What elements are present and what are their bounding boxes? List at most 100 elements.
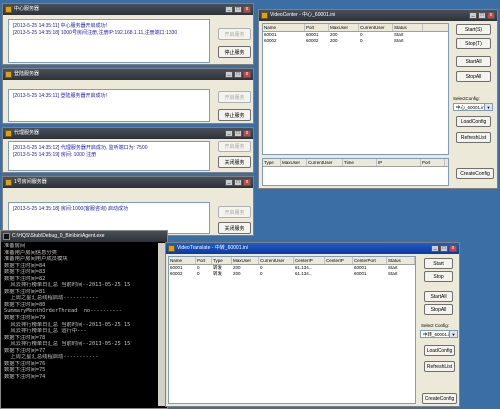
column-header[interactable]: CurrentUser bbox=[259, 257, 294, 264]
table-row[interactable]: 60002 60002 200 0 Start bbox=[263, 38, 448, 44]
maximize-icon[interactable]: □ bbox=[478, 12, 486, 19]
column-header[interactable]: Type bbox=[263, 159, 281, 166]
start-button[interactable]: Start(S) bbox=[456, 24, 491, 35]
cell: 0 bbox=[197, 271, 200, 276]
minimize-icon[interactable]: _ bbox=[225, 130, 233, 137]
refresh-list-button[interactable]: RefreshList bbox=[456, 132, 491, 143]
stop-service-button[interactable]: 关闭服务 bbox=[218, 156, 251, 168]
minimize-icon[interactable]: _ bbox=[225, 71, 233, 78]
maximize-icon[interactable]: □ bbox=[440, 245, 448, 252]
chevron-down-icon[interactable]: ▼ bbox=[484, 104, 492, 110]
login-server-titlebar[interactable]: 登陆服务器 _ □ x bbox=[3, 69, 253, 80]
log-line: [2013-5-25 14:35:11] 登陆服务器开启成功! bbox=[13, 93, 107, 99]
login-log[interactable]: [2013-5-25 14:35:11] 登陆服务器开启成功! bbox=[8, 89, 210, 122]
column-header[interactable]: Status bbox=[387, 257, 415, 264]
room-server-titlebar[interactable]: 1号房间服务器 _ □ x bbox=[3, 177, 253, 188]
log-line: [2013-5-25 14:35:19] 房间: 1000 注册 bbox=[13, 152, 97, 158]
stop-service-button[interactable]: 停止服务 bbox=[218, 109, 251, 121]
column-header[interactable]: Port bbox=[305, 24, 329, 31]
close-icon[interactable]: x bbox=[243, 130, 251, 137]
load-config-button[interactable]: LoadConfig bbox=[424, 345, 455, 356]
start-service-button[interactable]: 开启服务 bbox=[218, 141, 251, 152]
minimize-icon[interactable]: _ bbox=[431, 245, 439, 252]
table-header: Name Port Type MaxUser CurrentUser Cente… bbox=[169, 257, 415, 265]
close-icon[interactable]: x bbox=[243, 71, 251, 78]
chevron-down-icon[interactable]: ▼ bbox=[449, 331, 457, 337]
proxy-server-titlebar[interactable]: 代理服务器 _ □ x bbox=[3, 128, 253, 139]
maximize-icon[interactable]: □ bbox=[234, 71, 242, 78]
connection-list-table[interactable]: Type MaxUser CurrentUser Time IP Port bbox=[262, 158, 449, 186]
close-icon[interactable]: x bbox=[243, 6, 251, 13]
column-header[interactable]: CurrentUser bbox=[359, 24, 393, 31]
cell: Start bbox=[388, 271, 398, 276]
start-button[interactable]: Start bbox=[424, 258, 453, 269]
window-title: 代理服务器 bbox=[14, 130, 40, 136]
stop-service-button[interactable]: 停止服务 bbox=[218, 46, 251, 58]
stop-all-button[interactable]: StopAll bbox=[456, 71, 491, 82]
cell: 61.134... bbox=[295, 271, 313, 276]
start-service-button[interactable]: 开启服务 bbox=[218, 28, 251, 40]
minimize-icon[interactable]: _ bbox=[469, 12, 477, 19]
console-line: 数据下注时间=74 bbox=[4, 373, 46, 380]
config-select[interactable]: 中转_60001.ini ▼ bbox=[420, 330, 458, 338]
stop-button[interactable]: Stop(T) bbox=[456, 38, 491, 49]
column-header[interactable]: CurrentUser bbox=[307, 159, 343, 166]
create-config-button[interactable]: CreateConfig bbox=[422, 393, 457, 404]
column-header[interactable]: CenterIP bbox=[325, 257, 353, 264]
column-header[interactable]: MaxUser bbox=[281, 159, 307, 166]
cell: 60002 bbox=[306, 38, 319, 43]
start-service-button[interactable]: 开启服务 bbox=[218, 91, 251, 103]
column-header[interactable]: Time bbox=[343, 159, 377, 166]
close-icon[interactable]: x bbox=[449, 245, 457, 252]
video-center-window: VideoCenter - 中心_60001.ini _ □ x Name Port… bbox=[258, 9, 498, 189]
minimize-icon[interactable]: _ bbox=[225, 179, 233, 186]
cell: 60002 bbox=[264, 38, 277, 43]
column-header[interactable]: MaxUser bbox=[329, 24, 359, 31]
column-header[interactable]: MaxUser bbox=[232, 257, 259, 264]
window-title: 登陆服务器 bbox=[14, 71, 40, 77]
cell: 60002 bbox=[170, 271, 183, 276]
start-all-button[interactable]: StartAll bbox=[424, 291, 453, 302]
load-config-button[interactable]: LoadConfig bbox=[456, 116, 491, 127]
start-service-button[interactable]: 开启服务 bbox=[218, 206, 251, 218]
close-icon[interactable]: x bbox=[243, 179, 251, 186]
center-server-titlebar[interactable]: 中心服务器 _ □ x bbox=[3, 4, 253, 15]
column-header[interactable]: Port bbox=[196, 257, 212, 264]
window-title: VideoTranslate - 中转_60001.ini bbox=[177, 245, 248, 251]
column-header[interactable]: Port bbox=[421, 159, 445, 166]
table-row[interactable]: 60002 0 转发 200 0 61.134... 60001 Start bbox=[169, 271, 415, 277]
create-config-button[interactable]: CreateConfig bbox=[456, 168, 494, 179]
cell: 200 bbox=[233, 271, 241, 276]
close-icon[interactable]: x bbox=[487, 12, 495, 19]
console-titlebar[interactable]: C:\HQS\Stub\Debug_0_Bin\bin\Agent.exe bbox=[1, 231, 167, 242]
app-icon bbox=[5, 130, 12, 137]
maximize-icon[interactable]: □ bbox=[234, 6, 242, 13]
refresh-list-button[interactable]: RefreshList bbox=[424, 361, 455, 372]
column-header[interactable]: IP bbox=[377, 159, 421, 166]
start-all-button[interactable]: StartAll bbox=[456, 56, 491, 67]
server-list-table[interactable]: Name Port MaxUser CurrentUser Status 600… bbox=[262, 23, 449, 155]
video-center-titlebar[interactable]: VideoCenter - 中心_60001.ini _ □ x bbox=[259, 10, 497, 21]
cell: 0 bbox=[260, 271, 263, 276]
console-window: C:\HQS\Stub\Debug_0_Bin\bin\Agent.exe 准备… bbox=[0, 230, 168, 409]
column-header[interactable]: Status bbox=[393, 24, 423, 31]
stop-button[interactable]: Stop bbox=[424, 271, 453, 282]
console-output[interactable]: 准备房间 准备用户房间信息分类 准备用户房间用户成员模块 数据下注时间=84 数据下注时… bbox=[4, 243, 157, 405]
center-server-window: 中心服务器 _ □ x [2013-5-25 14:35:11] 中心服务器开启成功… bbox=[2, 3, 254, 65]
config-select[interactable]: 中心_60001.ini ▼ bbox=[453, 103, 493, 111]
maximize-icon[interactable]: □ bbox=[234, 130, 242, 137]
video-translate-titlebar[interactable]: VideoTranslate - 中转_60001.ini _ □ x bbox=[166, 243, 459, 254]
proxy-log[interactable]: [2013-5-25 14:35:12] 代理服务器开启成功, 监听端口为: 7… bbox=[8, 141, 210, 171]
column-header[interactable]: Name bbox=[263, 24, 305, 31]
center-log[interactable]: [2013-5-25 14:35:11] 中心服务器开启成功! [2013-5-… bbox=[8, 19, 210, 63]
stop-all-button[interactable]: StopAll bbox=[424, 304, 453, 315]
minimize-icon[interactable]: _ bbox=[225, 6, 233, 13]
column-header[interactable]: CenterIP bbox=[294, 257, 325, 264]
column-header[interactable]: Type bbox=[212, 257, 232, 264]
column-header[interactable]: CenterPort bbox=[353, 257, 387, 264]
stop-service-button[interactable]: 关闭服务 bbox=[218, 222, 251, 234]
translate-server-table[interactable]: Name Port Type MaxUser CurrentUser Cente… bbox=[168, 256, 416, 404]
console-icon bbox=[3, 233, 10, 240]
column-header[interactable]: Name bbox=[169, 257, 196, 264]
maximize-icon[interactable]: □ bbox=[234, 179, 242, 186]
